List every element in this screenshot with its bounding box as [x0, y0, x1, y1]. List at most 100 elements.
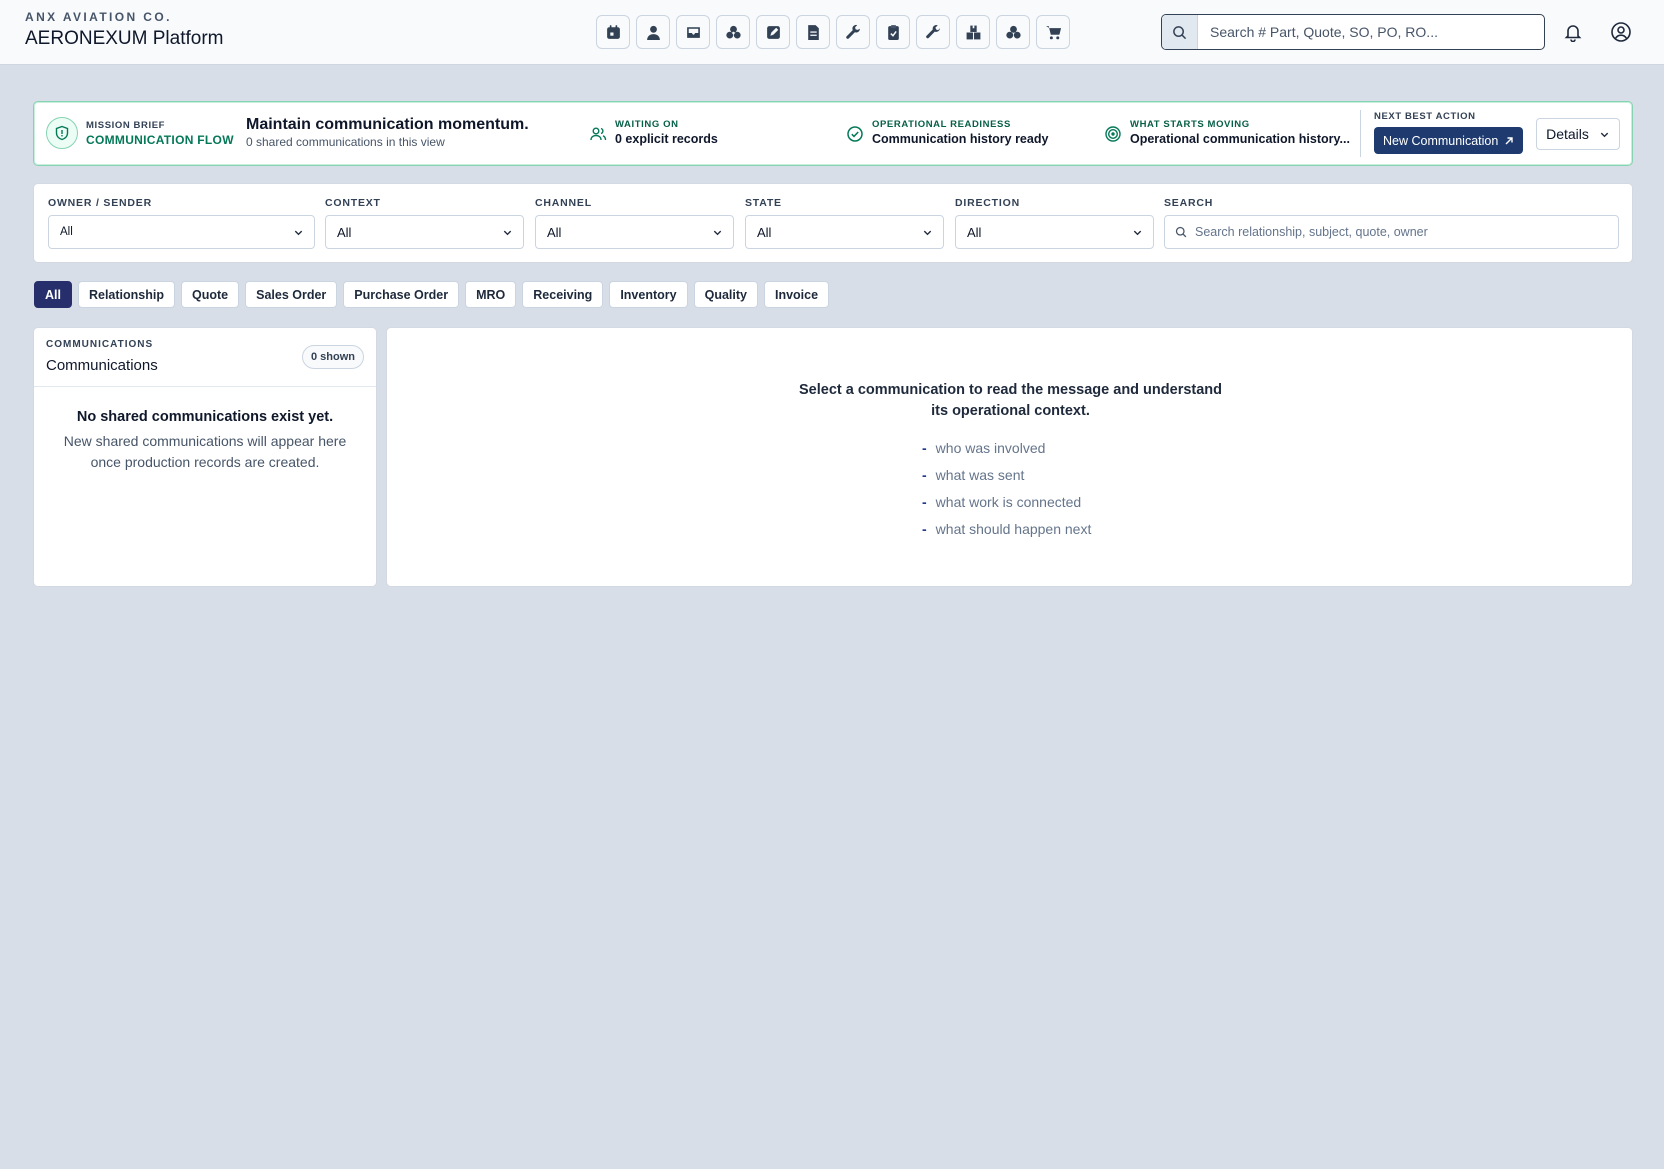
filter-search-box[interactable] — [1164, 215, 1619, 249]
tab-inventory[interactable]: Inventory — [609, 281, 688, 308]
tab-invoice[interactable]: Invoice — [763, 281, 830, 308]
tab-sales-order[interactable]: Sales Order — [245, 281, 338, 308]
waiting-on: WAITING ON 0 explicit records — [589, 119, 718, 146]
search-icon — [1175, 226, 1187, 238]
tab-mro[interactable]: MRO — [465, 281, 517, 308]
cart-button[interactable] — [1036, 15, 1070, 49]
context-select[interactable]: All — [325, 215, 524, 249]
bullet-dash: - — [922, 520, 927, 537]
direction-filter-label: DIRECTION — [955, 197, 1020, 209]
context-filter-label: CONTEXT — [325, 197, 381, 209]
brief-tag: MISSION BRIEF COMMUNICATION FLOW — [86, 120, 234, 147]
empty-title: No shared communications exist yet. — [76, 409, 334, 425]
bullet-text: who was involved — [935, 439, 1046, 456]
mission-brief: MISSION BRIEF COMMUNICATION FLOW Maintai… — [33, 101, 1633, 166]
moving-value: Operational communication history... — [1130, 132, 1350, 146]
boxes-icon — [966, 25, 980, 39]
tab-quote[interactable]: Quote — [181, 281, 240, 308]
global-search-input[interactable] — [1198, 15, 1544, 49]
readiness-label: OPERATIONAL READINESS — [872, 119, 1011, 130]
bullet-dash: - — [922, 466, 927, 483]
search-icon — [1162, 15, 1198, 49]
next-best-action: NEXT BEST ACTION New Communication — [1374, 111, 1524, 154]
brief-headline-text: Maintain communication momentum. — [246, 116, 529, 133]
brand[interactable]: ANX AVIATION CO. AERONEXUM Platform — [25, 10, 223, 50]
details-label: Details — [1546, 126, 1589, 142]
tab-relationship[interactable]: Relationship — [77, 281, 175, 308]
moving-label: WHAT STARTS MOVING — [1130, 119, 1250, 130]
wrench-button[interactable] — [836, 15, 870, 49]
channel-select[interactable]: All — [535, 215, 734, 249]
tab-receiving[interactable]: Receiving — [522, 281, 604, 308]
owner-filter-label: OWNER / SENDER — [48, 197, 152, 209]
wrench-icon — [845, 24, 860, 39]
tool-button[interactable] — [916, 15, 950, 49]
clipboard-icon — [887, 24, 899, 40]
brief-subline: 0 shared communications in this view — [246, 135, 445, 149]
assembly-icon — [1005, 25, 1021, 39]
search-filter: SEARCH — [1164, 197, 1619, 249]
user-icon — [646, 25, 660, 40]
channel-filter: CHANNEL All — [535, 197, 734, 249]
calendar-icon — [606, 24, 620, 39]
details-button[interactable]: Details — [1536, 118, 1620, 150]
cart-icon — [1045, 25, 1061, 39]
state-select[interactable]: All — [745, 215, 944, 249]
context-select-value: All — [337, 224, 352, 240]
bullet-dash: - — [922, 439, 927, 456]
detail-bullet: - what work is connected — [922, 488, 1091, 515]
bell-icon[interactable] — [1561, 20, 1585, 44]
communications-list-panel: COMMUNICATIONS Communications 0 shown No… — [33, 327, 377, 587]
clipboard-button[interactable] — [876, 15, 910, 49]
context-filter: CONTEXT All — [325, 197, 524, 249]
tab-all[interactable]: All — [34, 281, 72, 308]
filter-bar: OWNER / SENDER All CONTEXT All CHANNEL A… — [33, 183, 1633, 263]
chevron-down-icon — [294, 230, 303, 235]
detail-bullets: - who was involved - what was sent - what wor… — [922, 434, 1091, 542]
detail-bullet: - what was sent — [922, 461, 1091, 488]
tab-quality[interactable]: Quality — [693, 281, 758, 308]
user-button[interactable] — [636, 15, 670, 49]
assembly-button[interactable] — [996, 15, 1030, 49]
parts-icon — [725, 25, 741, 39]
edit-button[interactable] — [756, 15, 790, 49]
detail-bullet: - what should happen next — [922, 515, 1091, 542]
check-circle-icon — [847, 126, 863, 142]
direction-filter: DIRECTION All — [955, 197, 1154, 249]
arrow-up-right-icon — [1505, 136, 1514, 144]
inbox-icon — [686, 26, 700, 38]
what-starts-moving: WHAT STARTS MOVING Operational communica… — [1104, 119, 1350, 146]
brief-tag-label: COMMUNICATION FLOW — [86, 133, 234, 147]
filter-search-input[interactable] — [1195, 225, 1618, 239]
target-icon — [1105, 126, 1121, 142]
channel-select-value: All — [547, 224, 562, 240]
chevron-down-icon — [503, 230, 512, 235]
category-tabs: All Relationship Quote Sales Order Purchase … — [34, 281, 830, 308]
edit-icon — [766, 25, 780, 39]
empty-state: No shared communications exist yet. New … — [34, 387, 376, 473]
calendar-button[interactable] — [596, 15, 630, 49]
owner-select[interactable]: All — [48, 215, 315, 249]
list-header: COMMUNICATIONS Communications 0 shown — [34, 328, 376, 387]
account-icon[interactable] — [1609, 20, 1633, 44]
direction-select[interactable]: All — [955, 215, 1154, 249]
direction-select-value: All — [967, 224, 982, 240]
new-communication-button[interactable]: New Communication — [1374, 127, 1524, 154]
detail-bullet: - who was involved — [922, 434, 1091, 461]
detail-prompt-text: Select a communication to read the messa… — [798, 382, 1223, 419]
global-search[interactable] — [1161, 14, 1545, 50]
inbox-button[interactable] — [676, 15, 710, 49]
owner-filter: OWNER / SENDER All — [48, 197, 315, 249]
top-header: ANX AVIATION CO. AERONEXUM Platform — [0, 0, 1664, 65]
document-button[interactable] — [796, 15, 830, 49]
boxes-button[interactable] — [956, 15, 990, 49]
channel-filter-label: CHANNEL — [535, 197, 592, 209]
tab-purchase-order[interactable]: Purchase Order — [343, 281, 460, 308]
parts-button[interactable] — [716, 15, 750, 49]
company-name: ANX AVIATION CO. — [25, 10, 172, 24]
shield-icon — [46, 117, 78, 149]
state-filter: STATE All — [745, 197, 944, 249]
tool-icon — [925, 24, 940, 38]
chevron-down-icon — [923, 230, 932, 235]
list-eyebrow: COMMUNICATIONS — [46, 339, 154, 350]
